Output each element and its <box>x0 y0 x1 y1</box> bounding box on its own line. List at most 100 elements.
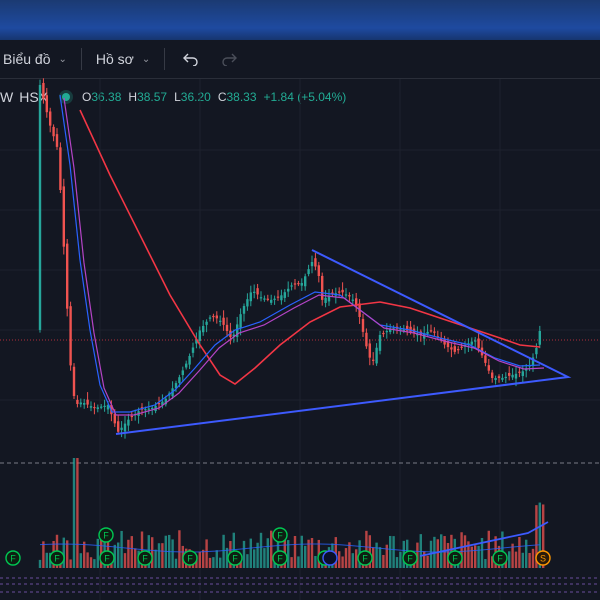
volume-bar <box>185 548 188 568</box>
f-marker: F <box>402 550 418 566</box>
volume-bar <box>514 551 518 568</box>
volume-bar <box>317 539 320 568</box>
high-label: H <box>128 90 138 104</box>
candle-body <box>93 406 96 409</box>
volume-bar <box>79 553 82 568</box>
volume-bar <box>385 544 388 568</box>
volume-bar <box>212 557 215 568</box>
volume-bars <box>38 458 545 568</box>
candle-body <box>191 347 195 353</box>
candle-body <box>395 326 399 329</box>
candle-body <box>106 405 110 410</box>
candle-body <box>344 294 348 296</box>
volume-bar <box>49 552 52 568</box>
candle-body <box>402 329 405 332</box>
candle-body <box>236 324 239 337</box>
f-marker-label: F <box>277 531 283 541</box>
candle-body <box>453 346 456 352</box>
f-marker: F <box>272 550 288 566</box>
candle-body <box>273 298 276 300</box>
volume-bar <box>208 557 212 568</box>
volume-bar <box>100 531 103 568</box>
candle-body <box>463 345 467 347</box>
volume-bar <box>535 505 538 568</box>
volume-bar <box>463 535 467 568</box>
volume-bar <box>232 532 235 568</box>
candle-body <box>147 408 150 410</box>
volume-bar <box>222 534 225 568</box>
candle-body <box>317 265 320 276</box>
candle-body <box>83 403 86 405</box>
volume-bar <box>433 536 436 568</box>
candle-body <box>375 347 378 364</box>
candle-body <box>222 317 225 325</box>
candle-body <box>348 295 351 297</box>
close-label: C <box>217 90 227 104</box>
volume-bar <box>501 531 504 568</box>
candle-body <box>443 338 446 345</box>
candle-body <box>358 303 361 317</box>
candle-body <box>416 334 419 336</box>
candle-body <box>504 376 507 379</box>
candle-body <box>497 376 501 378</box>
chevron-down-icon: ⌄ <box>58 53 67 65</box>
volume-bar <box>45 552 48 568</box>
volume-bar <box>399 551 402 568</box>
candle-body <box>321 275 324 300</box>
candle-body <box>256 288 259 295</box>
redo-button[interactable] <box>217 40 241 78</box>
f-marker-label: F <box>187 554 193 564</box>
candle-body <box>205 321 208 325</box>
volume-bar <box>338 551 341 568</box>
candle-body <box>521 371 524 377</box>
volume-bar <box>307 539 310 568</box>
candle-body <box>392 328 395 330</box>
candle-body <box>528 365 531 367</box>
candle-body <box>276 296 280 298</box>
volume-bar <box>239 558 242 568</box>
candle-body <box>130 415 133 418</box>
candle-body <box>518 371 521 373</box>
volume-bar <box>157 543 161 568</box>
volume-bar <box>266 538 269 568</box>
candle-body <box>457 349 460 351</box>
volume-bar <box>324 556 327 568</box>
candle-body <box>460 346 463 348</box>
candle-body <box>123 423 127 432</box>
candle-body <box>385 331 388 333</box>
volume-bar <box>205 539 208 568</box>
volume-bar <box>69 559 72 568</box>
f-marker: F <box>357 550 373 566</box>
chart-menu-button[interactable]: Biểu đồ ⌄ <box>0 40 67 78</box>
volume-bar <box>443 536 446 568</box>
candle-body <box>110 404 113 415</box>
candle-body <box>62 186 65 247</box>
low-value: 36.20 <box>180 90 211 104</box>
volume-bar <box>263 548 266 568</box>
volume-bar <box>52 540 55 568</box>
low-label: L <box>174 90 181 104</box>
volume-bar <box>171 539 174 568</box>
candle-body <box>38 85 42 330</box>
candle-body <box>198 330 201 341</box>
f-marker-circle <box>317 550 333 566</box>
candle-body <box>140 407 144 410</box>
candle-body <box>52 126 55 137</box>
volume-bar <box>280 552 283 568</box>
volume-bar <box>188 549 191 568</box>
candle-body <box>212 315 215 318</box>
profile-menu-button[interactable]: Hồ sơ ⌄ <box>96 40 150 78</box>
volume-bar <box>83 541 86 568</box>
volume-bar <box>542 504 545 568</box>
undo-button[interactable] <box>179 40 203 78</box>
candlesticks <box>38 78 541 439</box>
s-marker-circle <box>535 550 551 566</box>
candle-body <box>270 299 273 303</box>
candle-body <box>185 363 188 368</box>
candle-body <box>229 330 232 338</box>
volume-bar <box>297 556 300 568</box>
candle-body <box>450 347 453 350</box>
candle-body <box>470 341 473 345</box>
candle-body <box>491 372 494 378</box>
chart-grid <box>0 79 600 600</box>
